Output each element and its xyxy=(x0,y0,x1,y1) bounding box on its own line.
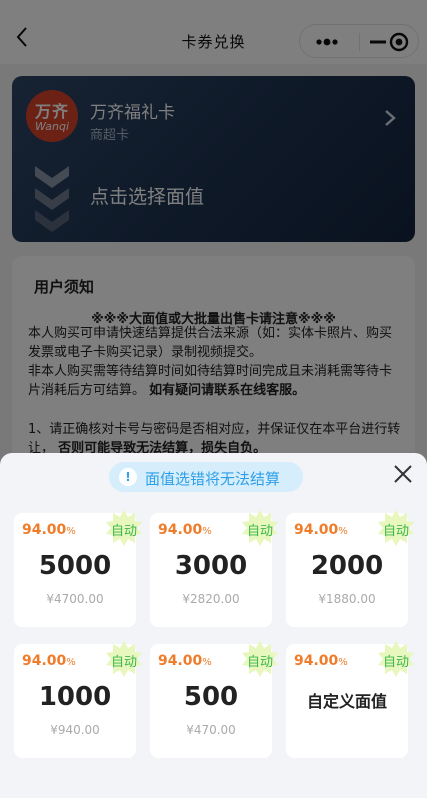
discount-unit: % xyxy=(66,657,76,668)
custom-denomination-label: 自定义面值 xyxy=(306,692,387,711)
denomination-option-custom[interactable]: 94.00% 自动 自定义面值 xyxy=(286,641,414,758)
face-value: 3000 xyxy=(174,551,248,581)
face-value: 5000 xyxy=(38,551,112,581)
payout-price: ¥4700.00 xyxy=(46,592,104,606)
auto-badge: 自动 xyxy=(241,640,279,678)
discount-value: 94.00 xyxy=(294,522,339,538)
discount-unit: % xyxy=(338,526,348,537)
denomination-sheet: ! 面值选错将无法结算 94.00% 自动 5000 ¥4700.00 94.0… xyxy=(0,453,427,798)
denomination-option-1000[interactable]: 94.00% 自动 1000 ¥940.00 xyxy=(14,641,142,758)
payout-price: ¥940.00 xyxy=(50,723,100,737)
denomination-option-2000[interactable]: 94.00% 自动 2000 ¥1880.00 xyxy=(286,510,414,627)
discount-rate: 94.00% xyxy=(22,522,76,538)
discount-unit: % xyxy=(202,657,212,668)
discount-value: 94.00 xyxy=(294,653,339,669)
denomination-option-5000[interactable]: 94.00% 自动 5000 ¥4700.00 xyxy=(14,510,142,627)
auto-badge-label: 自动 xyxy=(246,655,273,670)
auto-badge-label: 自动 xyxy=(382,655,409,670)
payout-price: ¥2820.00 xyxy=(182,592,240,606)
discount-rate: 94.00% xyxy=(294,653,348,669)
warning-tip: ! 面值选错将无法结算 xyxy=(109,462,303,492)
auto-badge: 自动 xyxy=(105,640,143,678)
discount-unit: % xyxy=(66,526,76,537)
denomination-option-3000[interactable]: 94.00% 自动 3000 ¥2820.00 xyxy=(150,510,278,627)
info-icon: ! xyxy=(119,468,137,486)
discount-rate: 94.00% xyxy=(22,653,76,669)
auto-badge-label: 自动 xyxy=(110,524,137,539)
discount-rate: 94.00% xyxy=(158,653,212,669)
auto-badge: 自动 xyxy=(377,509,415,547)
face-value: 2000 xyxy=(310,551,384,581)
discount-rate: 94.00% xyxy=(158,522,212,538)
warning-tip-text: 面值选错将无法结算 xyxy=(145,470,281,488)
app-root: 卡券兑换 万齐 Wanqi 万齐福礼卡 商超卡 xyxy=(0,0,427,798)
auto-badge: 自动 xyxy=(241,509,279,547)
discount-rate: 94.00% xyxy=(294,522,348,538)
auto-badge-label: 自动 xyxy=(110,655,137,670)
discount-unit: % xyxy=(202,526,212,537)
discount-value: 94.00 xyxy=(22,522,67,538)
discount-value: 94.00 xyxy=(158,653,203,669)
face-value: 1000 xyxy=(38,682,112,712)
payout-price: ¥470.00 xyxy=(186,723,236,737)
discount-unit: % xyxy=(338,657,348,668)
payout-price: ¥1880.00 xyxy=(318,592,376,606)
close-icon[interactable] xyxy=(392,463,414,485)
denomination-option-500[interactable]: 94.00% 自动 500 ¥470.00 xyxy=(150,641,278,758)
discount-value: 94.00 xyxy=(158,522,203,538)
auto-badge: 自动 xyxy=(377,640,415,678)
auto-badge-label: 自动 xyxy=(246,524,273,539)
discount-value: 94.00 xyxy=(22,653,67,669)
auto-badge: 自动 xyxy=(105,509,143,547)
face-value: 500 xyxy=(183,682,239,712)
auto-badge-label: 自动 xyxy=(382,524,409,539)
